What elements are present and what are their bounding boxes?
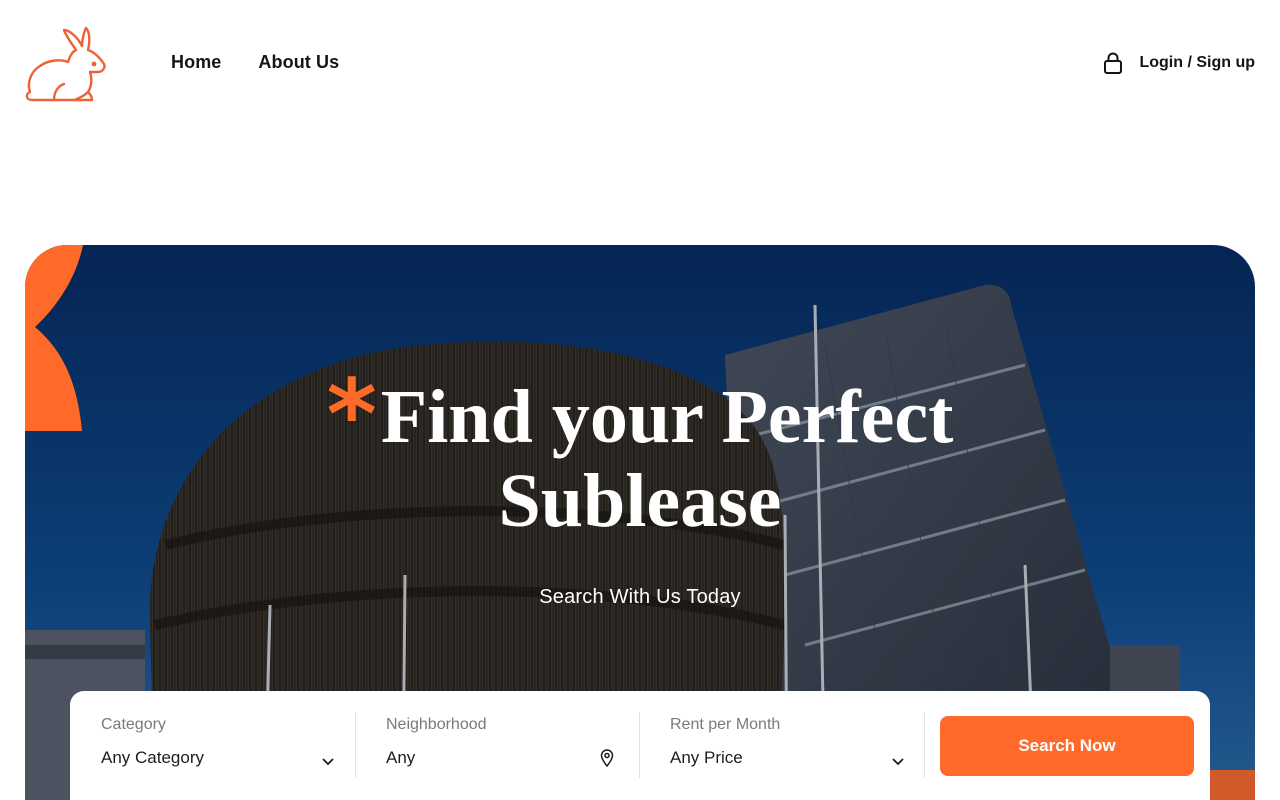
login-label: Login / Sign up — [1139, 54, 1255, 71]
site-header: Home About Us Login / Sign up — [0, 0, 1280, 128]
rent-label: Rent per Month — [670, 716, 781, 733]
asterisk-accent-icon: * — [326, 359, 377, 471]
rent-value: Any Price — [670, 748, 743, 767]
map-pin-icon — [600, 749, 614, 772]
rent-select[interactable]: Rent per Month Any Price — [640, 691, 924, 800]
category-label: Category — [101, 716, 166, 733]
nav-home-link[interactable]: Home — [171, 52, 221, 73]
neighborhood-label: Neighborhood — [386, 716, 487, 733]
divider — [924, 712, 925, 778]
search-panel: Category Any Category Neighborhood Any R… — [70, 691, 1210, 800]
neighborhood-value: Any — [386, 748, 416, 767]
chevron-down-icon — [322, 753, 334, 771]
rabbit-logo-icon[interactable] — [24, 26, 108, 104]
search-now-button[interactable]: Search Now — [940, 716, 1194, 776]
chevron-down-icon — [892, 753, 904, 771]
category-select[interactable]: Category Any Category — [70, 691, 355, 800]
nav-about-link[interactable]: About Us — [258, 52, 339, 73]
main-nav: Home About Us — [171, 52, 339, 73]
neighborhood-input[interactable]: Neighborhood Any — [356, 691, 639, 800]
hero-title-line1: Find your Perfect — [380, 375, 954, 459]
category-value: Any Category — [101, 748, 204, 767]
hero-title: *Find your Perfect Sublease — [25, 367, 1255, 543]
lock-icon — [1103, 52, 1123, 74]
hero-title-line2: Sublease — [498, 459, 782, 543]
hero-subtitle: Search With Us Today — [539, 586, 741, 608]
login-signup-link[interactable]: Login / Sign up — [1103, 52, 1255, 74]
